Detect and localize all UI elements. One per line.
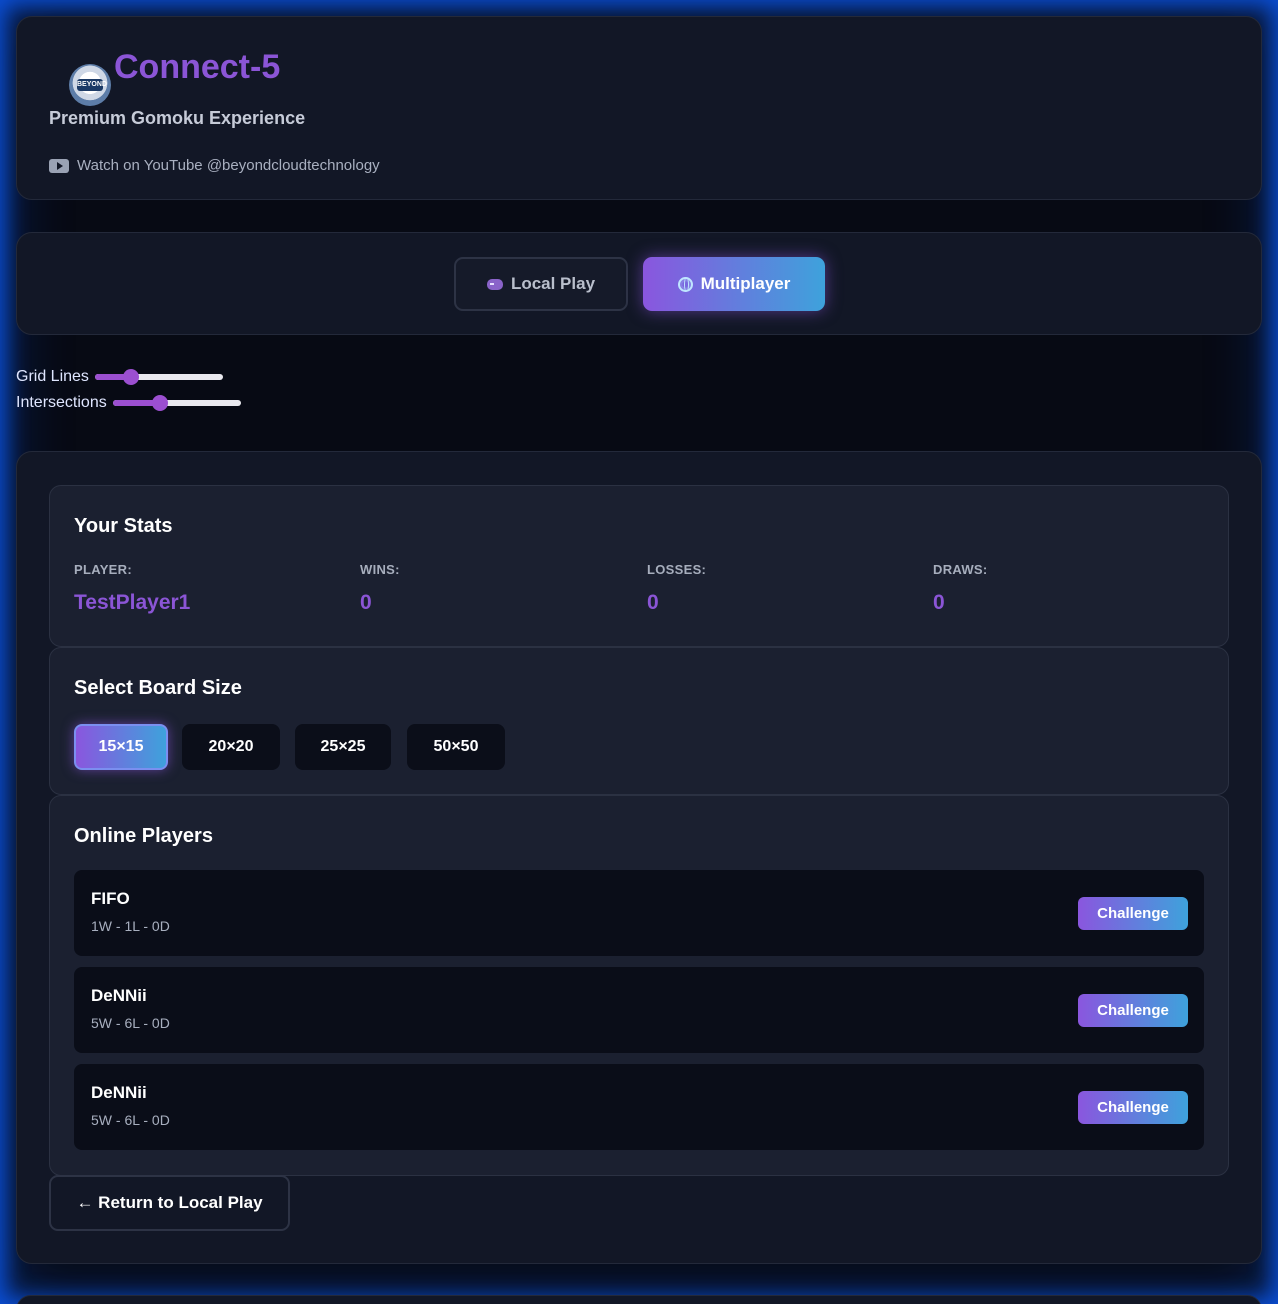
player-name: FIFO (91, 889, 130, 908)
stat-losses-value: 0 (647, 591, 659, 614)
stat-player-value: TestPlayer1 (74, 591, 191, 614)
your-stats-card: Your Stats PLAYER: TestPlayer1 WINS: 0 L… (49, 485, 1229, 647)
app-subtitle: Premium Gomoku Experience (49, 108, 306, 128)
youtube-link-text[interactable]: Watch on YouTube @beyondcloudtechnology (77, 157, 380, 174)
player-record: 1W - 1L - 0D (91, 918, 170, 934)
stat-wins: WINS: 0 (360, 562, 400, 615)
stat-player-label: PLAYER: (74, 562, 132, 577)
local-play-label: Local Play (510, 274, 596, 293)
stat-player: PLAYER: TestPlayer1 (74, 562, 190, 615)
bottom-panel-edge (16, 1295, 1262, 1304)
board-size-50-button[interactable]: 50×50 (407, 724, 505, 770)
app-logo: BEYOND (69, 64, 111, 106)
local-play-button[interactable]: Local Play (454, 257, 628, 311)
globe-icon (677, 276, 693, 292)
stat-draws-label: DRAWS: (933, 562, 988, 577)
youtube-icon (49, 158, 69, 173)
grid-lines-label: Grid Lines (16, 368, 89, 385)
grid-lines-slider-thumb[interactable] (122, 369, 139, 385)
stat-draws: DRAWS: 0 (933, 562, 988, 615)
youtube-link[interactable]: Watch on YouTube @beyondcloudtechnology (49, 157, 380, 174)
app-title: Connect-5 (114, 48, 281, 86)
online-players-title: Online Players (74, 825, 213, 847)
challenge-button[interactable]: Challenge (1078, 897, 1188, 930)
stat-draws-value: 0 (933, 591, 945, 614)
grid-lines-slider[interactable] (94, 369, 223, 385)
intersections-label: Intersections (16, 394, 107, 411)
intersections-slider-thumb[interactable] (151, 395, 168, 411)
player-row: FIFO 1W - 1L - 0D Challenge (74, 870, 1204, 956)
stat-losses-label: LOSSES: (647, 562, 707, 577)
player-row: DeNNii 5W - 6L - 0D Challenge (74, 1064, 1204, 1150)
player-name: DeNNii (91, 986, 147, 1005)
board-size-15-button[interactable]: 15×15 (74, 724, 168, 770)
stat-wins-value: 0 (360, 591, 372, 614)
stats-title: Your Stats (74, 515, 173, 537)
stat-wins-label: WINS: (360, 562, 400, 577)
multiplayer-button[interactable]: Multiplayer (643, 257, 825, 311)
player-name: DeNNii (91, 1083, 147, 1102)
intersections-slider[interactable] (112, 395, 241, 411)
board-size-card: Select Board Size 15×15 20×20 25×25 50×5… (49, 647, 1229, 795)
challenge-button[interactable]: Challenge (1078, 1091, 1188, 1124)
intersections-control: Intersections (16, 394, 241, 412)
return-to-local-play-button[interactable]: ← Return to Local Play (49, 1175, 290, 1231)
board-size-25-button[interactable]: 25×25 (295, 724, 391, 770)
multiplayer-lobby-panel: Your Stats PLAYER: TestPlayer1 WINS: 0 L… (16, 451, 1262, 1264)
board-size-20-button[interactable]: 20×20 (182, 724, 280, 770)
challenge-button[interactable]: Challenge (1078, 994, 1188, 1027)
multiplayer-label: Multiplayer (700, 274, 791, 293)
gamepad-icon (486, 278, 503, 290)
grid-lines-control: Grid Lines (16, 368, 223, 386)
logo-text: BEYOND (77, 79, 107, 91)
player-row: DeNNii 5W - 6L - 0D Challenge (74, 967, 1204, 1053)
board-size-title: Select Board Size (74, 677, 242, 699)
player-record: 5W - 6L - 0D (91, 1112, 170, 1128)
header-panel: BEYOND Connect-5 Premium Gomoku Experien… (16, 16, 1262, 200)
player-record: 5W - 6L - 0D (91, 1015, 170, 1031)
online-players-card: Online Players FIFO 1W - 1L - 0D Challen… (49, 795, 1229, 1176)
stat-losses: LOSSES: 0 (647, 562, 706, 615)
mode-panel: Local Play Multiplayer (16, 232, 1262, 335)
